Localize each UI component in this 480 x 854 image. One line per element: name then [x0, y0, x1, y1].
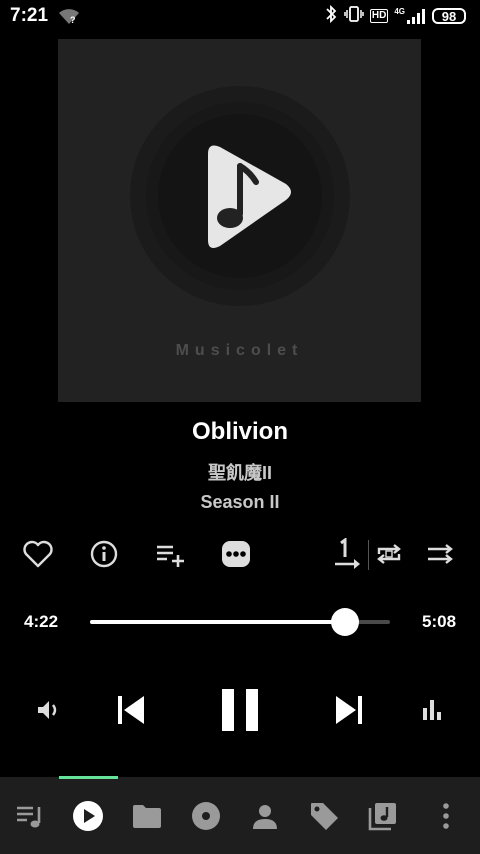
current-time: 4:22: [24, 612, 59, 631]
artists-icon: [253, 805, 277, 829]
seek-bar-fill: [90, 620, 345, 624]
repeat-button[interactable]: [371, 536, 407, 572]
repeat-one-icon: [335, 538, 360, 569]
total-time: 5:08: [422, 612, 457, 631]
equalizer-button[interactable]: [416, 694, 448, 726]
nav-queue[interactable]: [8, 794, 52, 838]
nav-folders[interactable]: [125, 794, 169, 838]
next-button[interactable]: [330, 688, 370, 732]
pause-icon: [222, 689, 258, 731]
vibrate-icon: [344, 5, 364, 28]
seek-thumb[interactable]: [331, 608, 359, 636]
playlist-add-icon: [157, 545, 184, 567]
album-art: Musicolet: [58, 39, 421, 402]
nav-playlists[interactable]: [361, 794, 405, 838]
network-signal: 4G: [394, 7, 426, 25]
nav-artists[interactable]: [243, 794, 287, 838]
volume-button[interactable]: [32, 694, 64, 726]
wifi-question-icon: ?: [58, 9, 80, 30]
favorite-button[interactable]: [20, 536, 56, 572]
battery-indicator: 98: [432, 8, 466, 24]
hd-badge: HD: [369, 9, 389, 23]
shuffle-icon: [428, 544, 453, 564]
nav-genres[interactable]: [302, 794, 346, 838]
skip-next-icon: [336, 696, 362, 724]
svg-text:?: ?: [70, 15, 76, 25]
skip-previous-icon: [118, 696, 144, 724]
nav-albums[interactable]: [184, 794, 228, 838]
bluetooth-icon: [324, 4, 338, 28]
genres-icon: [311, 803, 338, 830]
overflow-menu-icon: [443, 803, 449, 829]
song-album[interactable]: Season II: [0, 492, 480, 513]
seek-bar[interactable]: [90, 608, 390, 636]
folders-icon: [133, 805, 161, 828]
info-button[interactable]: [86, 536, 122, 572]
shuffle-button[interactable]: [423, 536, 459, 572]
nav-now-playing[interactable]: [66, 794, 110, 838]
repeat-icon: [377, 544, 401, 564]
volume-icon: [38, 701, 57, 719]
queue-icon: [17, 806, 41, 828]
status-icons: HD 4G 98: [324, 4, 466, 28]
previous-button[interactable]: [110, 688, 150, 732]
art-brand-text: Musicolet: [175, 342, 304, 359]
playlists-icon: [368, 803, 396, 831]
now-playing-icon: [73, 801, 103, 831]
network-type-label: 4G: [394, 7, 405, 16]
signal-icon: [407, 9, 425, 24]
equalizer-icon: [423, 700, 441, 720]
more-horizontal-icon: [222, 541, 250, 567]
info-icon: [90, 540, 118, 568]
pause-button[interactable]: [214, 684, 266, 736]
status-time: 7:21: [10, 5, 49, 26]
albums-icon: [192, 802, 220, 830]
nav-active-indicator: [59, 776, 118, 779]
add-to-queue-button[interactable]: [152, 536, 188, 572]
song-title: Oblivion: [192, 418, 288, 445]
song-artist[interactable]: 聖飢魔II: [0, 459, 480, 485]
action-divider: [368, 540, 369, 570]
repeat-one-button[interactable]: [330, 536, 366, 572]
heart-outline-icon: [23, 540, 53, 568]
musicolet-logo-icon: [198, 142, 298, 257]
nav-overflow-menu[interactable]: [424, 794, 468, 838]
more-button[interactable]: [218, 536, 254, 572]
